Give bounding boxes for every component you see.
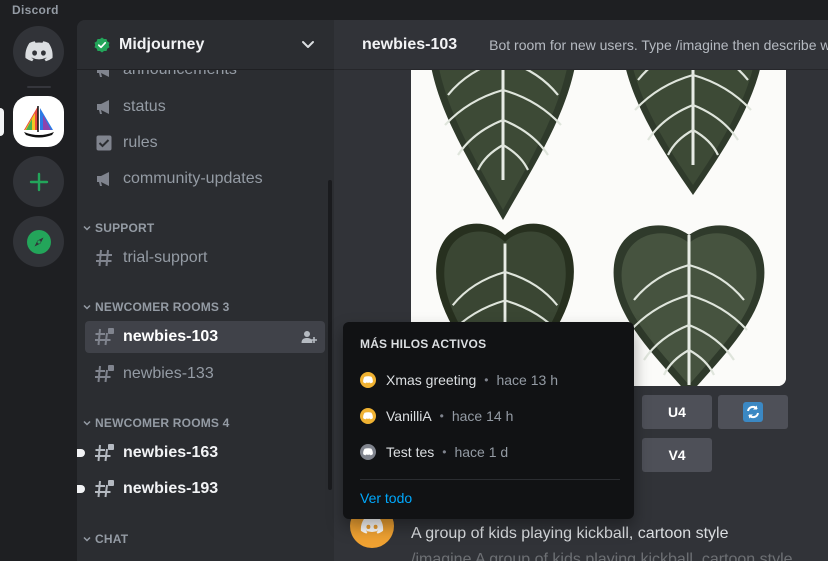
popup-title: MÁS HILOS ACTIVOS — [360, 337, 487, 351]
thread-hashtag-icon — [93, 478, 115, 500]
sidebar-scrollbar[interactable] — [328, 180, 332, 490]
checkbox-icon — [93, 132, 115, 154]
channel-label: newbies-193 — [123, 480, 219, 497]
explore-servers-button[interactable] — [13, 216, 64, 267]
channel-newbies-133[interactable]: newbies-133 — [85, 358, 325, 390]
megaphone-icon — [93, 96, 115, 118]
chevron-down-icon — [302, 41, 314, 48]
chevron-down-icon — [83, 304, 91, 310]
active-threads-popup: MÁS HILOS ACTIVOS Xmas greeting • hace 1… — [343, 322, 634, 519]
active-server-indicator — [0, 108, 4, 136]
discord-logo-icon — [24, 40, 53, 61]
thread-item[interactable]: Test tes • hace 1 d — [360, 442, 508, 462]
category-label: CHAT — [95, 532, 129, 546]
channel-label: newbies-133 — [123, 365, 214, 382]
discord-window: Discord Midjourney status rules communit… — [0, 0, 828, 561]
thread-item[interactable]: Xmas greeting • hace 13 h — [360, 370, 558, 390]
channel-trial-support[interactable]: trial-support — [85, 242, 325, 274]
channel-label: newbies-163 — [123, 444, 219, 461]
channel-topic[interactable]: Bot room for new users. Type /imagine th… — [489, 37, 828, 53]
channel-label: newbies-103 — [123, 328, 219, 345]
thread-time: hace 13 h — [496, 372, 558, 388]
midjourney-boat-icon — [23, 105, 54, 137]
channel-label: trial-support — [123, 249, 208, 266]
thread-name: Test tes — [386, 444, 435, 460]
refresh-icon — [743, 402, 763, 422]
server-midjourney[interactable] — [13, 96, 64, 147]
message-text: A group of kids playing kickball, cartoo… — [411, 525, 729, 542]
category-label: SUPPORT — [95, 221, 155, 235]
channel-label: community-updates — [123, 170, 263, 187]
megaphone-icon — [93, 168, 115, 190]
discord-logo-icon — [363, 376, 373, 384]
channel-community-updates[interactable]: community-updates — [85, 163, 325, 195]
channel-newbies-103[interactable]: newbies-103 — [85, 321, 325, 353]
rail-separator — [27, 86, 51, 88]
compass-icon — [26, 229, 51, 254]
channel-newbies-193[interactable]: newbies-193 — [77, 473, 325, 505]
channel-rules[interactable]: rules — [85, 127, 325, 159]
separator-dot: • — [484, 373, 489, 387]
see-all-link[interactable]: Ver todo — [360, 490, 412, 506]
thread-avatar — [360, 444, 376, 460]
unread-indicator — [77, 485, 85, 493]
thread-hashtag-icon — [93, 363, 115, 385]
channel-status[interactable]: status — [85, 91, 325, 123]
thread-name: Xmas greeting — [386, 372, 477, 388]
channel-header: newbies-103 Bot room for new users. Type… — [334, 20, 828, 70]
category-support[interactable]: SUPPORT — [81, 220, 154, 236]
popup-divider — [360, 479, 620, 480]
server-rail — [0, 20, 77, 561]
add-member-icon[interactable] — [301, 329, 317, 345]
server-header[interactable]: Midjourney — [77, 20, 334, 70]
thread-hashtag-icon — [93, 326, 115, 348]
reroll-button[interactable] — [718, 395, 788, 429]
category-chat[interactable]: CHAT — [81, 531, 128, 547]
discord-logo-icon — [363, 448, 373, 456]
discord-logo-icon — [360, 517, 384, 534]
thread-time: hace 14 h — [451, 408, 514, 424]
title-bar: Discord — [0, 0, 828, 20]
message-command: /imagine A group of kids playing kickbal… — [411, 551, 793, 561]
unread-indicator — [77, 449, 85, 457]
category-newcomer-rooms-4[interactable]: NEWCOMER ROOMS 4 — [81, 415, 230, 431]
channel-sidebar: Midjourney announcements status rules — [77, 20, 334, 561]
verified-badge-icon — [94, 37, 110, 52]
variation-4-button[interactable]: V4 — [642, 438, 712, 472]
category-label: NEWCOMER ROOMS 4 — [95, 416, 230, 430]
chevron-down-icon — [83, 420, 91, 426]
upscale-4-button[interactable]: U4 — [642, 395, 712, 429]
thread-hashtag-icon — [93, 442, 115, 464]
home-button[interactable] — [13, 26, 64, 77]
thread-avatar — [360, 372, 376, 388]
chevron-down-icon — [83, 536, 91, 542]
server-name: Midjourney — [119, 35, 205, 53]
channel-label: status — [123, 98, 166, 115]
app-title: Discord — [12, 3, 59, 17]
add-server-button[interactable] — [13, 156, 64, 207]
thread-time: hace 1 d — [454, 444, 509, 460]
plus-icon — [29, 172, 48, 191]
hashtag-icon — [93, 247, 115, 269]
separator-dot: • — [439, 409, 444, 423]
category-label: NEWCOMER ROOMS 3 — [95, 300, 230, 314]
channel-label: rules — [123, 134, 158, 151]
channel-title: newbies-103 — [362, 35, 458, 53]
thread-name: VanilliA — [386, 408, 432, 424]
chevron-down-icon — [83, 225, 91, 231]
discord-logo-icon — [363, 412, 373, 420]
channel-newbies-163[interactable]: newbies-163 — [77, 437, 325, 469]
separator-dot: • — [442, 445, 447, 459]
thread-item[interactable]: VanilliA • hace 14 h — [360, 406, 513, 426]
category-newcomer-rooms-3[interactable]: NEWCOMER ROOMS 3 — [81, 299, 230, 315]
thread-avatar — [360, 408, 376, 424]
